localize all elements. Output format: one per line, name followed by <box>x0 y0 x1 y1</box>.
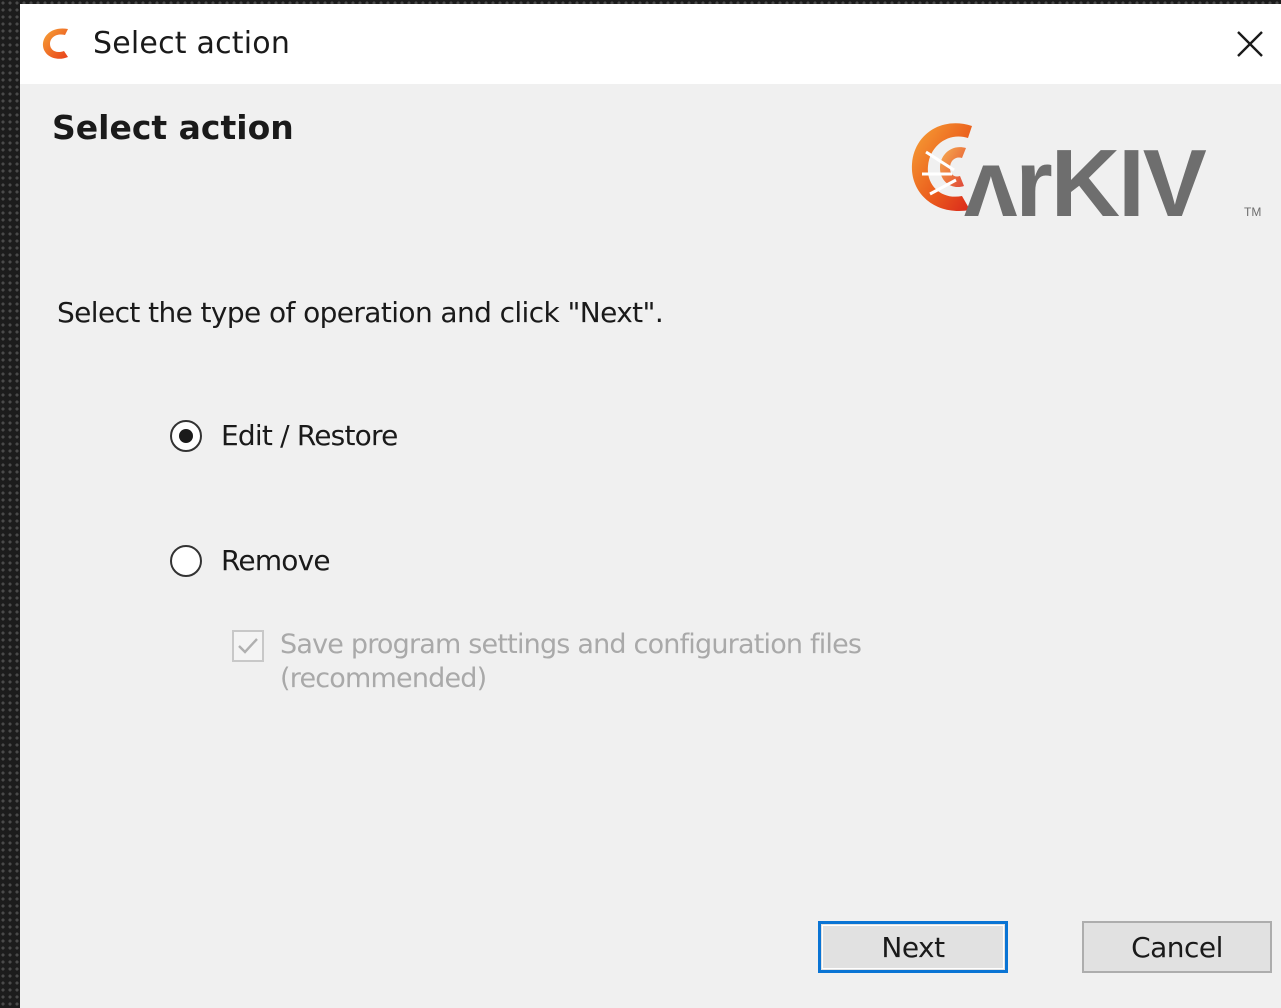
arkiv-app-icon <box>42 28 68 59</box>
radio-edit-restore[interactable]: Edit / Restore <box>170 419 398 452</box>
cancel-button[interactable]: Cancel <box>1082 921 1272 973</box>
radio-label-remove[interactable]: Remove <box>221 544 331 577</box>
svg-text:ʌrKIV: ʌrKIV <box>964 130 1207 230</box>
select-action-dialog: Select action Select action ʌrKIV TM Sel… <box>20 4 1281 1008</box>
svg-text:TM: TM <box>1244 205 1261 219</box>
arkiv-logo: ʌrKIV TM <box>911 123 1261 230</box>
close-icon[interactable] <box>1226 20 1274 68</box>
save-settings-label-line2: (recommended) <box>280 663 487 694</box>
checkbox-box <box>232 630 264 662</box>
next-button[interactable]: Next <box>818 921 1008 973</box>
instruction-text: Select the type of operation and click "… <box>57 296 664 329</box>
save-settings-label: Save program settings and configuration … <box>280 628 862 696</box>
radio-button-selected[interactable] <box>170 419 202 452</box>
arkiv-logo-swirl-icon <box>911 123 972 211</box>
page-title: Select action <box>52 108 294 147</box>
radio-button-unselected[interactable] <box>170 544 202 577</box>
radio-remove[interactable]: Remove <box>170 544 331 577</box>
radio-label-edit-restore[interactable]: Edit / Restore <box>221 419 398 452</box>
window-title: Select action <box>93 26 291 61</box>
title-bar: Select action <box>20 4 1281 84</box>
save-settings-checkbox: Save program settings and configuration … <box>232 628 862 696</box>
checkmark-icon <box>238 638 258 654</box>
save-settings-label-line1: Save program settings and configuration … <box>280 629 862 660</box>
